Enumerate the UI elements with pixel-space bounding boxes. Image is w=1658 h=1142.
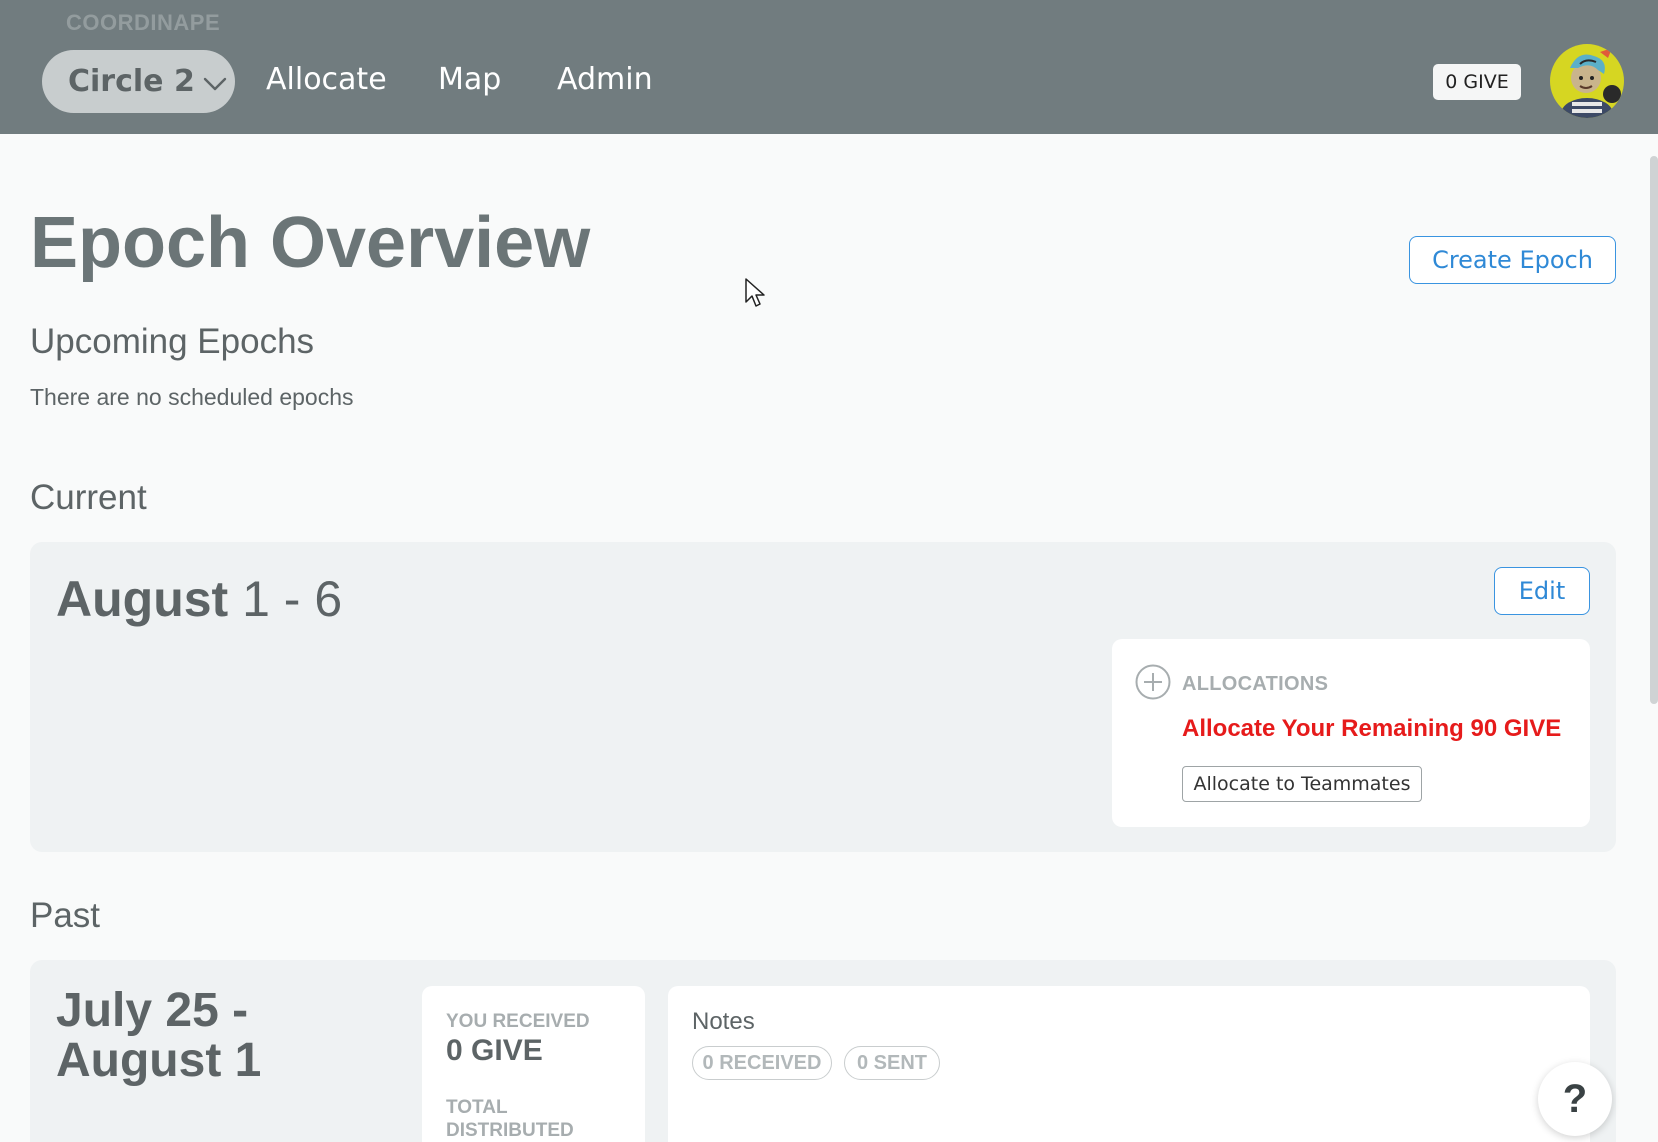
current-epoch-days: 1 - 6	[242, 571, 343, 627]
you-received-label: YOU RECEIVED	[446, 1011, 590, 1032]
create-epoch-button[interactable]: Create Epoch	[1409, 236, 1616, 284]
sent-notes-chip[interactable]: 0 SENT	[844, 1046, 940, 1080]
circle-selector-label: Circle 2	[68, 64, 195, 99]
circle-selector[interactable]: Circle 2	[42, 50, 235, 113]
current-epoch-month: August	[56, 571, 229, 627]
help-button[interactable]: ?	[1538, 1062, 1612, 1136]
chevron-down-icon	[203, 77, 227, 90]
allocations-panel: ALLOCATIONS Allocate Your Remaining 90 G…	[1112, 639, 1590, 827]
total-distributed-label-line1: TOTAL	[446, 1097, 508, 1118]
you-received-value: 0 GIVE	[446, 1034, 543, 1067]
current-epoch-title: August 1 - 6	[56, 570, 342, 628]
top-nav-bar: COORDINAPE Circle 2 Allocate Map Admin 0…	[0, 0, 1658, 134]
past-epoch-title-line1: July 25 -	[56, 984, 249, 1037]
past-heading: Past	[30, 896, 101, 935]
allocate-to-teammates-button[interactable]: Allocate to Teammates	[1182, 766, 1422, 802]
avatar[interactable]	[1550, 44, 1624, 118]
give-balance-badge: 0 GIVE	[1433, 64, 1521, 100]
allocations-label: ALLOCATIONS	[1182, 673, 1329, 695]
mouse-cursor-icon	[745, 278, 765, 307]
avatar-image	[1550, 44, 1624, 118]
total-distributed-label: TOTAL DISTRIBUTED	[446, 1096, 574, 1142]
nav-link-map[interactable]: Map	[438, 62, 501, 97]
nav-link-allocate[interactable]: Allocate	[266, 62, 387, 97]
app-logo[interactable]: COORDINAPE	[66, 10, 220, 36]
current-epoch-card: August 1 - 6 Edit ALLOCATIONS Allocate Y…	[30, 542, 1616, 852]
upcoming-epochs-heading: Upcoming Epochs	[30, 322, 315, 361]
page-scrollbar[interactable]	[1650, 156, 1658, 704]
remaining-give-warning: Allocate Your Remaining 90 GIVE	[1182, 715, 1562, 742]
notes-title: Notes	[692, 1008, 755, 1035]
received-notes-chip[interactable]: 0 RECEIVED	[692, 1046, 832, 1080]
past-epoch-title-line2: August 1	[56, 1034, 262, 1087]
no-scheduled-epochs-text: There are no scheduled epochs	[30, 384, 354, 410]
past-epoch-title: July 25 - August 1	[56, 986, 261, 1086]
stats-panel: YOU RECEIVED 0 GIVE TOTAL DISTRIBUTED	[422, 986, 645, 1142]
current-heading: Current	[30, 478, 147, 517]
page-title: Epoch Overview	[30, 203, 591, 283]
edit-epoch-button[interactable]: Edit	[1494, 567, 1590, 615]
plus-circle-icon	[1135, 664, 1171, 700]
nav-link-admin[interactable]: Admin	[557, 62, 653, 97]
total-distributed-label-line2: DISTRIBUTED	[446, 1120, 574, 1141]
past-epoch-card: July 25 - August 1 YOU RECEIVED 0 GIVE T…	[30, 960, 1616, 1142]
notes-panel: Notes 0 RECEIVED 0 SENT	[668, 986, 1590, 1142]
